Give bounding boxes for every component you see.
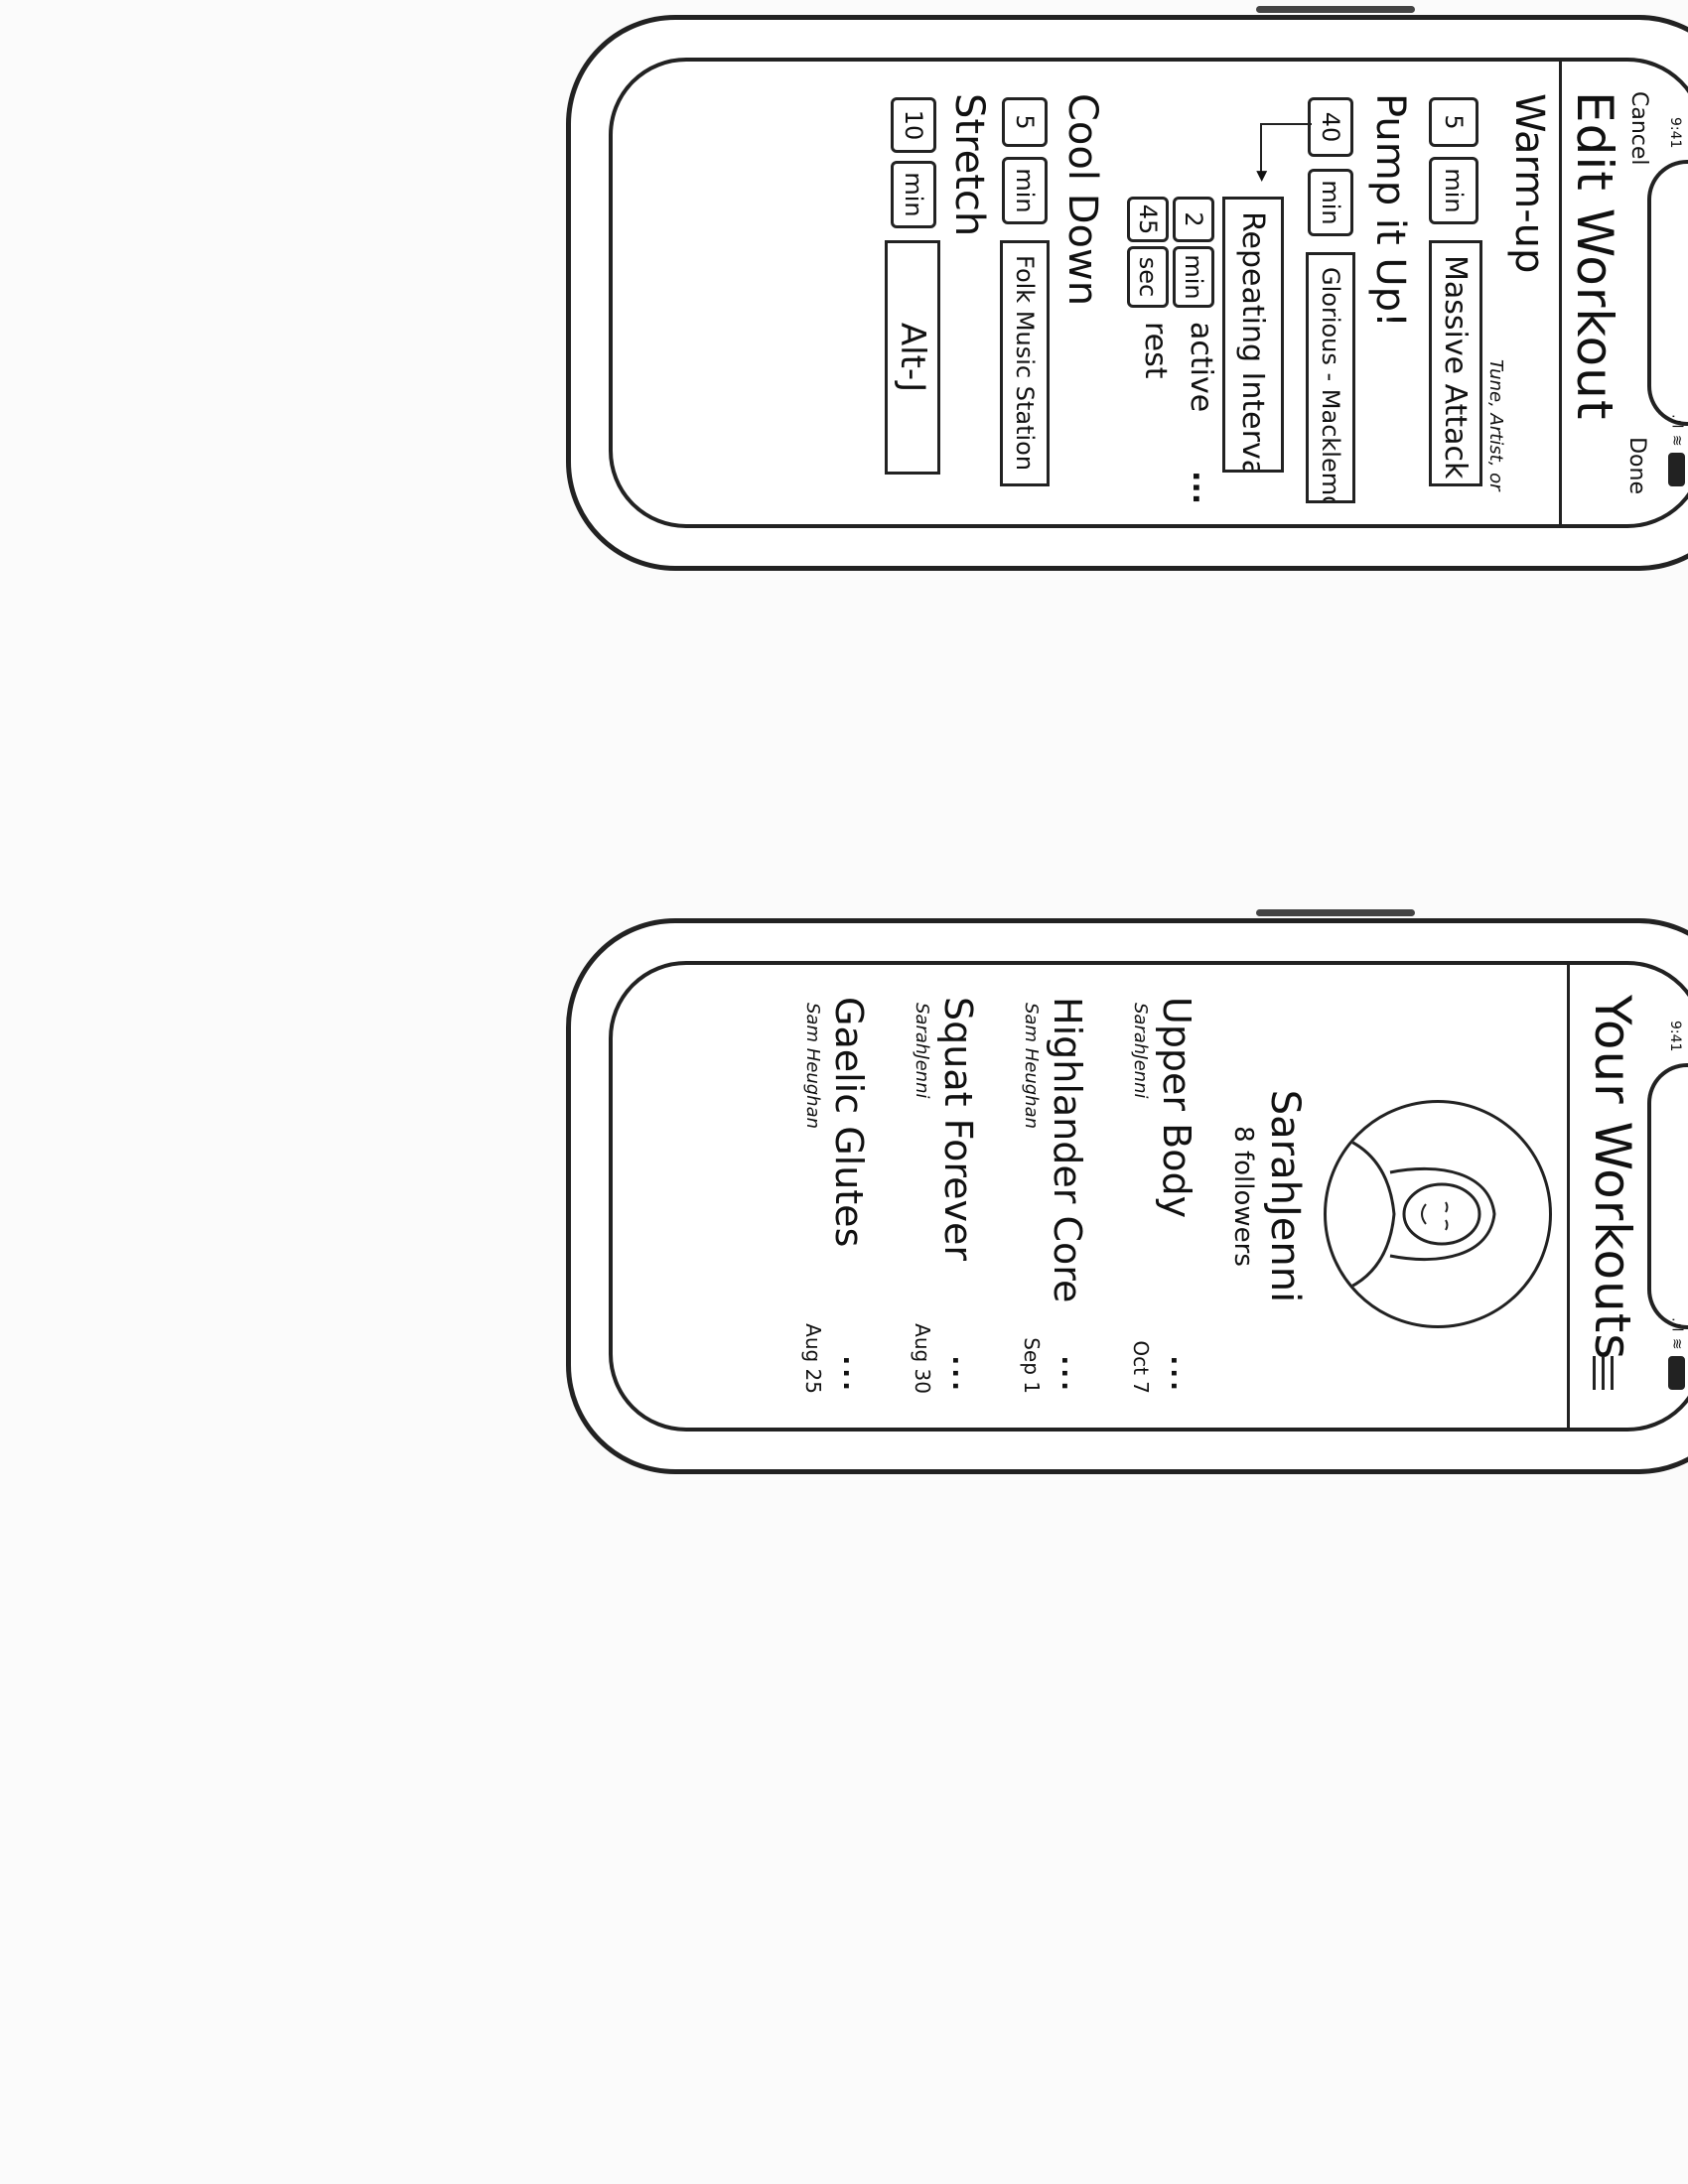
status-time: 9:41 (1667, 1021, 1683, 1052)
page-title: Edit Workout (1566, 91, 1623, 421)
more-options-button[interactable]: ... (837, 1355, 867, 1394)
list-item[interactable]: Gaelic Glutes Sam Heughan ... Aug 25 (762, 997, 871, 1398)
wifi-icon: ≋ (1668, 434, 1685, 448)
cooldown-unit-field[interactable]: min (1002, 157, 1048, 224)
section-title-stretch: Stretch (946, 93, 992, 237)
active-unit-field[interactable]: min (1173, 246, 1214, 308)
warmup-duration-field[interactable]: 5 (1429, 97, 1478, 147)
cancel-button[interactable]: Cancel (1626, 91, 1651, 166)
workout-author: Sam Heughan (1021, 1003, 1042, 1130)
workout-date: Sep 1 (1020, 1337, 1044, 1394)
phone-screen: 9:41 .ıl ≋ Your Workouts SarahJenni 8 fo… (609, 961, 1688, 1432)
hamburger-menu-icon[interactable] (1587, 1356, 1619, 1390)
status-bar: 9:41 .ıl ≋ (1655, 965, 1688, 1428)
workout-title: Squat Forever (936, 997, 980, 1261)
status-time: 9:41 (1667, 117, 1683, 149)
cooldown-duration-field[interactable]: 5 (1002, 97, 1048, 147)
pump-music-field[interactable]: Glorious - Macklemore (1306, 252, 1355, 503)
section-title-pump: Pump it Up! (1367, 93, 1413, 329)
side-button (1256, 6, 1415, 13)
more-options-button[interactable]: ... (946, 1355, 976, 1394)
battery-icon (1668, 453, 1685, 486)
status-icons: .ıl ≋ (1668, 1317, 1685, 1390)
arrow-right-icon: ▸ (1250, 171, 1275, 183)
phone-frame: 9:41 .ıl ≋ Your Workouts SarahJenni 8 fo… (566, 909, 1688, 1474)
cooldown-music-field[interactable]: Folk Music Station (1000, 240, 1050, 486)
list-item[interactable]: Squat Forever SarahJenni ... Aug 30 (871, 997, 980, 1398)
rest-unit-field[interactable]: sec (1127, 246, 1169, 308)
phone-edit-workout: 9:41 .ıl ≋ Cancel Done Edit Workout Warm… (566, 6, 1688, 571)
rest-label: rest (1138, 322, 1173, 379)
pump-duration-field[interactable]: 40 (1308, 97, 1353, 157)
workout-title: Gaelic Glutes (827, 997, 871, 1248)
profile-avatar[interactable] (1324, 1100, 1552, 1328)
pump-unit-field[interactable]: min (1308, 169, 1353, 236)
active-label: active (1184, 322, 1218, 413)
more-options-button[interactable]: ... (1165, 1355, 1195, 1394)
list-item[interactable]: Highlander Core Sam Heughan ... Sep 1 (980, 997, 1089, 1398)
warmup-music-field[interactable]: Massive Attack (1429, 240, 1482, 486)
list-item[interactable]: Upper Body SarahJenni ... Oct 7 (1089, 997, 1198, 1398)
interval-arrow-line-2 (1260, 123, 1262, 175)
rest-duration-field[interactable]: 45 (1127, 197, 1169, 242)
interval-arrow-line (1262, 123, 1312, 125)
phone-your-workouts: 9:41 .ıl ≋ Your Workouts SarahJenni 8 fo… (566, 909, 1688, 1474)
portrait-icon (1326, 1131, 1496, 1297)
section-title-warmup: Warm-up (1506, 93, 1552, 274)
status-icons: .ıl ≋ (1668, 414, 1685, 486)
workout-title: Upper Body (1155, 997, 1198, 1219)
active-duration-field[interactable]: 2 (1173, 197, 1214, 242)
signal-icon: .ıl (1668, 414, 1685, 430)
section-title-cooldown: Cool Down (1059, 93, 1105, 307)
workout-author: Sam Heughan (802, 1003, 823, 1130)
stretch-music-field[interactable]: Alt-J (885, 240, 940, 475)
phone-frame: 9:41 .ıl ≋ Cancel Done Edit Workout Warm… (566, 6, 1688, 571)
side-button (1256, 909, 1415, 916)
stretch-unit-field[interactable]: min (891, 161, 936, 228)
profile-followers: 8 followers (1228, 1126, 1258, 1267)
more-options-button[interactable]: ... (1186, 471, 1220, 504)
workout-date: Aug 25 (801, 1323, 825, 1394)
workout-title: Highlander Core (1046, 997, 1089, 1303)
done-button[interactable]: Done (1624, 437, 1649, 494)
header-divider (1559, 62, 1562, 524)
workout-author: SarahJenni (1130, 1003, 1151, 1099)
header-divider (1567, 965, 1570, 1428)
battery-icon (1668, 1356, 1685, 1390)
signal-icon: .ıl (1668, 1317, 1685, 1333)
page-title: Your Workouts (1584, 995, 1641, 1361)
phone-screen: 9:41 .ıl ≋ Cancel Done Edit Workout Warm… (609, 58, 1688, 528)
stretch-duration-field[interactable]: 10 (891, 97, 936, 153)
more-options-button[interactable]: ... (1055, 1355, 1085, 1394)
warmup-unit-field[interactable]: min (1429, 157, 1478, 224)
status-bar: 9:41 .ıl ≋ (1655, 62, 1688, 524)
repeating-intervals-button[interactable]: Repeating Intervals (1222, 197, 1284, 473)
workout-author: SarahJenni (912, 1003, 932, 1099)
workout-date: Oct 7 (1129, 1340, 1153, 1394)
profile-name: SarahJenni (1262, 1089, 1308, 1303)
workout-date: Aug 30 (911, 1323, 934, 1394)
wifi-icon: ≋ (1668, 1337, 1685, 1351)
